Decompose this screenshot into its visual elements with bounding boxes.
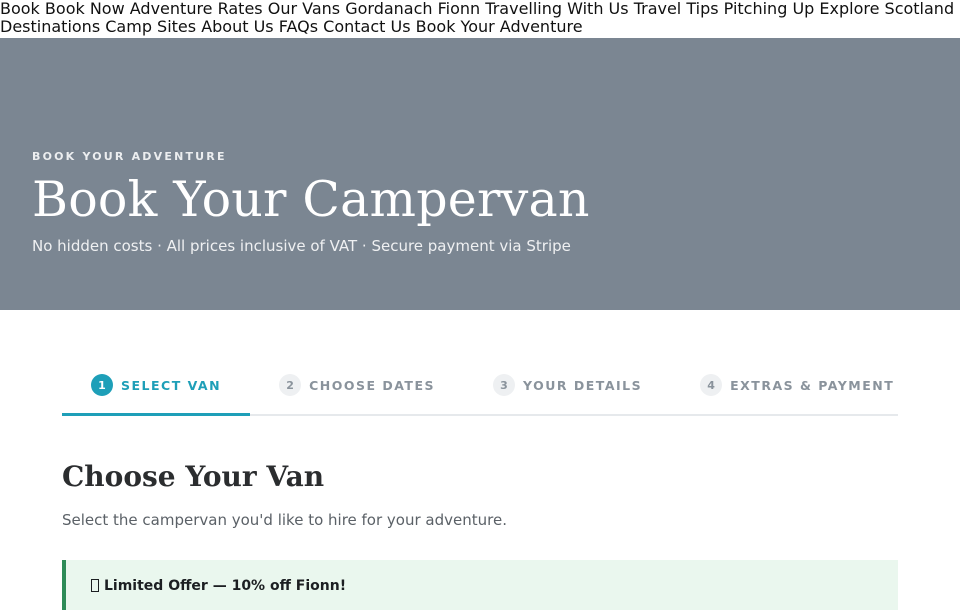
- nav-link-about-us[interactable]: About Us: [201, 17, 273, 36]
- booking-steps: 1 SELECT VAN 2 CHOOSE DATES 3 YOUR DETAI…: [62, 366, 898, 416]
- nav-link-gordanach[interactable]: Gordanach: [345, 0, 432, 18]
- nav-link-our-vans[interactable]: Our Vans: [268, 0, 340, 18]
- step-number: 2: [279, 374, 302, 396]
- nav-link-contact-us[interactable]: Contact Us: [323, 17, 410, 36]
- nav-link-destinations[interactable]: Destinations: [0, 17, 100, 36]
- nav-link-fionn[interactable]: Fionn: [438, 0, 481, 18]
- nav-link-book-now[interactable]: Book Now: [45, 0, 125, 18]
- section-title: Choose Your Van: [62, 460, 325, 493]
- nav-link-faqs[interactable]: FAQs: [279, 17, 318, 36]
- step-number: 1: [91, 374, 113, 396]
- step-label: SELECT VAN: [121, 377, 222, 393]
- gift-icon: [91, 579, 99, 592]
- step-label: CHOOSE DATES: [309, 377, 435, 393]
- page-title: Book Your Campervan: [32, 171, 590, 228]
- hero-eyebrow: BOOK YOUR ADVENTURE: [32, 150, 227, 163]
- section-subtitle: Select the campervan you'd like to hire …: [62, 511, 507, 529]
- nav-link-explore-scotland[interactable]: Explore Scotland: [819, 0, 954, 18]
- step-extras-payment[interactable]: 4 EXTRAS & PAYMENT: [671, 366, 923, 404]
- step-choose-dates[interactable]: 2 CHOOSE DATES: [250, 366, 464, 404]
- nav-link-travelling-with-us[interactable]: Travelling With Us: [485, 0, 628, 18]
- offer-title-row: Limited Offer — 10% off Fionn!: [91, 578, 346, 594]
- step-label: YOUR DETAILS: [523, 377, 643, 393]
- nav-link-pitching-up[interactable]: Pitching Up: [724, 0, 815, 18]
- nav-link-travel-tips[interactable]: Travel Tips: [634, 0, 719, 18]
- limited-offer-callout: Limited Offer — 10% off Fionn!: [62, 560, 898, 610]
- step-your-details[interactable]: 3 YOUR DETAILS: [464, 366, 671, 404]
- hero-subtitle: No hidden costs · All prices inclusive o…: [32, 237, 571, 255]
- nav-link-camp-sites[interactable]: Camp Sites: [105, 17, 196, 36]
- step-select-van[interactable]: 1 SELECT VAN: [62, 366, 251, 416]
- nav-link-book[interactable]: Book: [0, 0, 40, 18]
- nav-link-book-your-adventure[interactable]: Book Your Adventure: [416, 17, 583, 36]
- step-number: 3: [493, 374, 515, 396]
- step-number: 4: [700, 374, 723, 396]
- step-label: EXTRAS & PAYMENT: [730, 377, 895, 393]
- nav-link-adventure-rates[interactable]: Adventure Rates: [130, 0, 263, 18]
- hero-banner: BOOK YOUR ADVENTURE Book Your Campervan …: [0, 38, 960, 310]
- offer-title: Limited Offer — 10% off Fionn!: [104, 578, 347, 594]
- top-navigation: Book Book Now Adventure Rates Our Vans G…: [0, 0, 960, 38]
